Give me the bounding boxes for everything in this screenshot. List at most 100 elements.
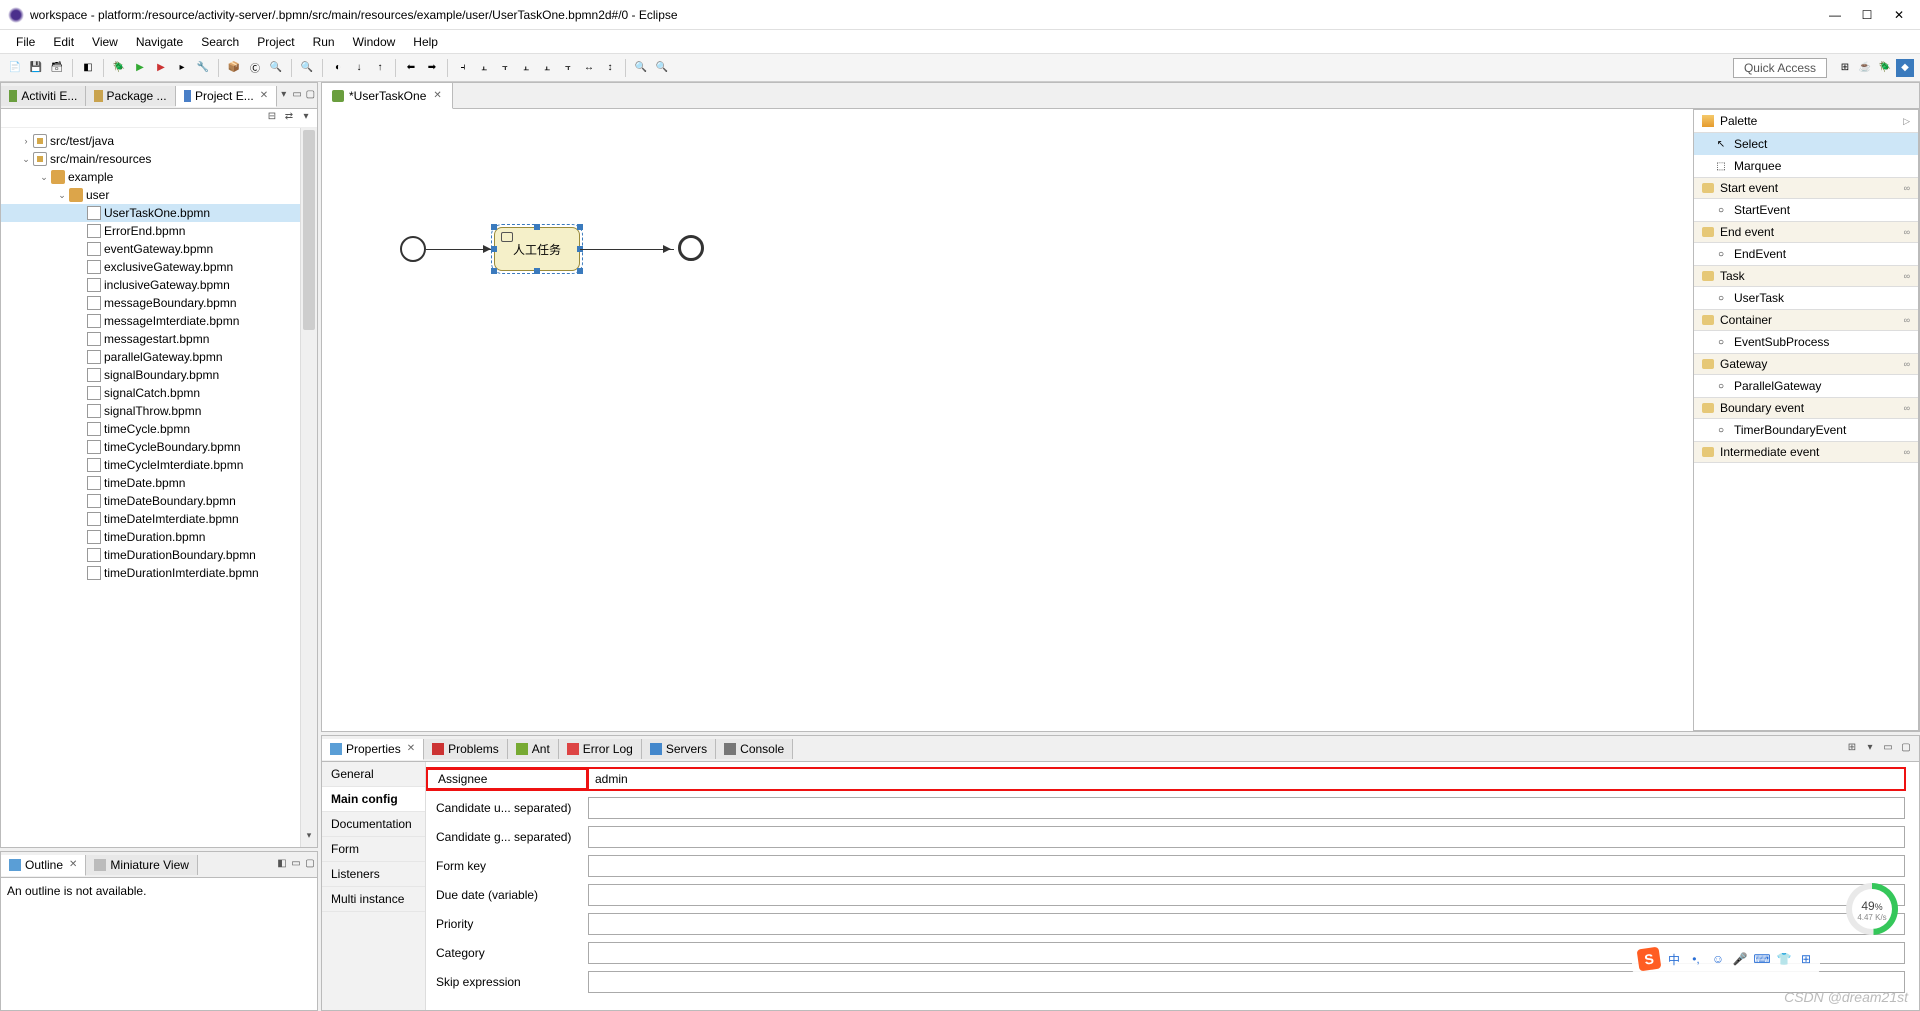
menu-run[interactable]: Run bbox=[305, 33, 343, 51]
palette-item[interactable]: ○UserTask bbox=[1694, 287, 1918, 309]
prop-tab-multi-instance[interactable]: Multi instance bbox=[322, 887, 425, 912]
align-center-button[interactable]: ⫠ bbox=[475, 59, 493, 77]
bpmn-user-task[interactable]: 人工任务 bbox=[494, 227, 580, 271]
tree-item[interactable]: inclusiveGateway.bpmn bbox=[1, 276, 317, 294]
prop-tab-form[interactable]: Form bbox=[322, 837, 425, 862]
prop-tab-general[interactable]: General bbox=[322, 762, 425, 787]
tab-problems[interactable]: Problems bbox=[424, 739, 508, 759]
forward-button[interactable]: ➡ bbox=[423, 59, 441, 77]
ime-skin-button[interactable]: 👕 bbox=[1776, 951, 1792, 967]
menu-view[interactable]: View bbox=[84, 33, 126, 51]
palette-item[interactable]: ○EventSubProcess bbox=[1694, 331, 1918, 353]
palette-drawer[interactable]: Intermediate event∞ bbox=[1694, 441, 1918, 463]
minimize-view-button[interactable]: ▭ bbox=[290, 89, 303, 103]
property-input[interactable] bbox=[588, 768, 1905, 790]
back-button[interactable]: ⬅ bbox=[402, 59, 420, 77]
twisty-icon[interactable]: ⌄ bbox=[19, 154, 33, 165]
external-tools-button[interactable]: 🔧 bbox=[194, 59, 212, 77]
maximize-button[interactable]: ☐ bbox=[1860, 8, 1874, 22]
match-height-button[interactable]: ↕ bbox=[601, 59, 619, 77]
tree-item[interactable]: ⌄src/main/resources bbox=[1, 150, 317, 168]
scrollbar[interactable]: ▴▾ bbox=[300, 128, 317, 847]
filter-button[interactable]: ▾ bbox=[299, 111, 313, 125]
close-icon[interactable]: ✕ bbox=[260, 90, 268, 101]
tab-servers[interactable]: Servers bbox=[642, 739, 716, 759]
quick-access-input[interactable]: Quick Access bbox=[1733, 58, 1827, 78]
tree-item[interactable]: eventGateway.bpmn bbox=[1, 240, 317, 258]
prop-tab-listeners[interactable]: Listeners bbox=[322, 862, 425, 887]
match-width-button[interactable]: ↔ bbox=[580, 59, 598, 77]
tree-item[interactable]: timeDurationImterdiate.bpmn bbox=[1, 564, 317, 582]
zoom-in-button[interactable]: 🔍 bbox=[632, 59, 650, 77]
toggle-mark-button[interactable]: ◐ bbox=[329, 59, 347, 77]
tree-item[interactable]: messagestart.bpmn bbox=[1, 330, 317, 348]
tree-item[interactable]: timeDate.bpmn bbox=[1, 474, 317, 492]
project-tree[interactable]: ›src/test/java⌄src/main/resources⌄exampl… bbox=[1, 128, 317, 847]
property-input[interactable] bbox=[588, 971, 1905, 993]
ime-voice-button[interactable]: 🎤 bbox=[1732, 951, 1748, 967]
link-editor-button[interactable]: ⇄ bbox=[282, 111, 296, 125]
tree-item[interactable]: ErrorEnd.bpmn bbox=[1, 222, 317, 240]
menu-search[interactable]: Search bbox=[193, 33, 247, 51]
run-last-button[interactable]: ▸ bbox=[173, 59, 191, 77]
tree-item[interactable]: UserTaskOne.bpmn bbox=[1, 204, 317, 222]
tab-properties[interactable]: Properties✕ bbox=[322, 739, 424, 760]
bpmn-end-event[interactable] bbox=[678, 235, 704, 261]
palette-drawer[interactable]: Gateway∞ bbox=[1694, 353, 1918, 375]
tree-item[interactable]: signalBoundary.bpmn bbox=[1, 366, 317, 384]
pin-icon[interactable]: ∞ bbox=[1904, 315, 1910, 325]
palette-title[interactable]: Palette ▷ bbox=[1694, 110, 1918, 133]
ime-toolbox-button[interactable]: ⊞ bbox=[1798, 951, 1814, 967]
prop-tab-main-config[interactable]: Main config bbox=[322, 787, 425, 812]
chevron-right-icon[interactable]: ▷ bbox=[1903, 116, 1910, 127]
ime-keyboard-button[interactable]: ⌨ bbox=[1754, 951, 1770, 967]
property-input[interactable] bbox=[588, 884, 1905, 906]
menu-navigate[interactable]: Navigate bbox=[128, 33, 191, 51]
align-right-button[interactable]: ⫟ bbox=[496, 59, 514, 77]
bpmn-start-event[interactable] bbox=[400, 236, 426, 262]
collapse-all-button[interactable]: ⊟ bbox=[265, 111, 279, 125]
pin-icon[interactable]: ∞ bbox=[1904, 227, 1910, 237]
prev-annotation-button[interactable]: ↑ bbox=[371, 59, 389, 77]
tab-console[interactable]: Console bbox=[716, 739, 793, 759]
menu-window[interactable]: Window bbox=[345, 33, 404, 51]
next-annotation-button[interactable]: ↓ bbox=[350, 59, 368, 77]
pin-icon[interactable]: ∞ bbox=[1904, 447, 1910, 457]
palette-item[interactable]: ○EndEvent bbox=[1694, 243, 1918, 265]
tree-item[interactable]: timeDuration.bpmn bbox=[1, 528, 317, 546]
new-button[interactable]: 📄 bbox=[6, 59, 24, 77]
menu-help[interactable]: Help bbox=[405, 33, 446, 51]
tree-item[interactable]: timeDateImterdiate.bpmn bbox=[1, 510, 317, 528]
pin-icon[interactable]: ∞ bbox=[1904, 359, 1910, 369]
align-middle-button[interactable]: ⫠ bbox=[538, 59, 556, 77]
view-menu-button[interactable]: ▾ bbox=[1863, 742, 1877, 756]
save-all-button[interactable]: 🗃 bbox=[48, 59, 66, 77]
tree-item[interactable]: signalThrow.bpmn bbox=[1, 402, 317, 420]
bpmn-sequence-flow[interactable] bbox=[580, 249, 674, 250]
property-input[interactable] bbox=[588, 797, 1905, 819]
align-left-button[interactable]: ⫞ bbox=[454, 59, 472, 77]
view-tab-miniature[interactable]: Miniature View bbox=[86, 855, 197, 875]
palette-drawer[interactable]: Container∞ bbox=[1694, 309, 1918, 331]
save-button[interactable]: 💾 bbox=[27, 59, 45, 77]
coverage-button[interactable]: ▶ bbox=[152, 59, 170, 77]
view-tab-project-explorer[interactable]: Project E...✕ bbox=[176, 86, 278, 107]
palette-drawer[interactable]: Boundary event∞ bbox=[1694, 397, 1918, 419]
tab-error-log[interactable]: Error Log bbox=[559, 739, 642, 759]
property-input[interactable] bbox=[588, 826, 1905, 848]
debug-button[interactable]: 🪲 bbox=[110, 59, 128, 77]
run-button[interactable]: ▶ bbox=[131, 59, 149, 77]
align-top-button[interactable]: ⫠ bbox=[517, 59, 535, 77]
view-tab-outline[interactable]: Outline✕ bbox=[1, 855, 86, 876]
new-package-button[interactable]: 📦 bbox=[225, 59, 243, 77]
minimize-view-button[interactable]: ▭ bbox=[1881, 742, 1895, 756]
ime-punct-button[interactable]: •, bbox=[1688, 951, 1704, 967]
palette-item[interactable]: ○TimerBoundaryEvent bbox=[1694, 419, 1918, 441]
prop-tab-documentation[interactable]: Documentation bbox=[322, 812, 425, 837]
tree-item[interactable]: ⌄user bbox=[1, 186, 317, 204]
scrollbar-thumb[interactable] bbox=[303, 130, 315, 330]
palette-tool-select[interactable]: ↖Select bbox=[1694, 133, 1918, 155]
minimize-button[interactable]: — bbox=[1828, 8, 1842, 22]
close-icon[interactable]: ✕ bbox=[69, 859, 77, 870]
open-perspective-button[interactable]: ⊞ bbox=[1836, 59, 1854, 77]
